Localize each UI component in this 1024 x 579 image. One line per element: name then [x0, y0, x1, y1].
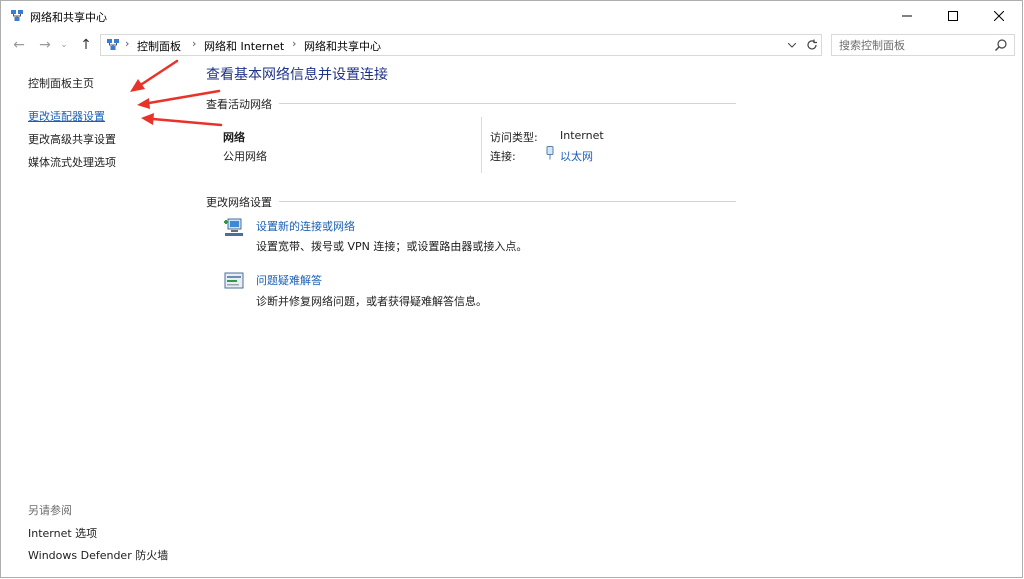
recent-locations-button[interactable]: ⌄: [58, 36, 70, 54]
access-type-label: 访问类型:: [490, 131, 538, 144]
ethernet-icon: [546, 146, 554, 160]
troubleshoot-problems-link[interactable]: 问题疑难解答: [256, 272, 322, 288]
address-history-button[interactable]: [783, 36, 801, 54]
refresh-icon: [806, 39, 817, 50]
control-panel-icon: [107, 39, 119, 50]
network-type: 公用网络: [223, 150, 267, 163]
annotation-arrowhead: [137, 98, 150, 109]
change-advanced-sharing-link[interactable]: 更改高级共享设置: [28, 131, 116, 147]
connection-label: 连接:: [490, 150, 516, 163]
forward-button[interactable]: →: [36, 36, 54, 54]
setup-new-connection-description: 设置宽带、拨号或 VPN 连接；或设置路由器或接入点。: [256, 240, 528, 253]
see-also-heading: 另请参阅: [28, 504, 72, 517]
setup-new-connection-link[interactable]: 设置新的连接或网络: [256, 218, 355, 234]
search-box[interactable]: [831, 34, 1015, 56]
window-title: 网络和共享中心: [30, 11, 107, 24]
change-network-settings-heading: 更改网络设置: [206, 196, 272, 209]
annotation-arrowhead: [141, 113, 154, 125]
windows-defender-firewall-link[interactable]: Windows Defender 防火墙: [28, 547, 168, 563]
title-bar: 网络和共享中心: [1, 1, 1022, 31]
chevron-down-icon: ⌄: [60, 40, 68, 50]
minimize-button[interactable]: [884, 1, 930, 31]
control-panel-home-link[interactable]: 控制面板主页: [28, 75, 94, 91]
divider: [481, 117, 482, 173]
up-button[interactable]: ↑: [77, 36, 95, 54]
minimize-icon: [902, 15, 912, 17]
annotation-arrow: [151, 117, 223, 127]
search-icon: [995, 39, 1007, 51]
chevron-down-icon: [788, 42, 796, 48]
maximize-button[interactable]: [930, 1, 976, 31]
ethernet-connection-link[interactable]: 以太网: [560, 148, 593, 164]
breadcrumb-network-sharing-center[interactable]: 网络和共享中心: [304, 38, 381, 54]
network-sharing-center-window: 网络和共享中心 ← → ⌄ ↑ › 控制面板 › 网络和 Internet › …: [0, 0, 1023, 578]
divider: [279, 201, 736, 202]
arrow-right-icon: →: [39, 37, 51, 53]
troubleshoot-problems-description: 诊断并修复网络问题，或者获得疑难解答信息。: [256, 295, 487, 308]
breadcrumb-separator: ›: [125, 37, 130, 50]
maximize-icon: [948, 11, 958, 21]
search-input[interactable]: [839, 37, 989, 53]
address-bar[interactable]: › 控制面板 › 网络和 Internet › 网络和共享中心: [100, 34, 822, 56]
refresh-button[interactable]: [802, 34, 822, 56]
annotation-arrow: [137, 59, 179, 88]
new-connection-icon: [224, 218, 243, 236]
network-name: 网络: [223, 131, 245, 144]
close-button[interactable]: [976, 1, 1022, 31]
access-type-value: Internet: [560, 129, 604, 142]
navigation-bar: ← → ⌄ ↑ › 控制面板 › 网络和 Internet › 网络和共享中心: [1, 32, 1022, 58]
change-adapter-settings-link[interactable]: 更改适配器设置: [28, 108, 105, 124]
breadcrumb-network-internet[interactable]: 网络和 Internet: [204, 38, 284, 54]
network-app-icon: [11, 10, 23, 21]
breadcrumb-separator: ›: [192, 37, 197, 50]
breadcrumb-control-panel[interactable]: 控制面板: [137, 38, 181, 54]
internet-options-link[interactable]: Internet 选项: [28, 525, 97, 541]
active-networks-heading: 查看活动网络: [206, 98, 272, 111]
divider: [279, 103, 736, 104]
breadcrumb-separator: ›: [292, 37, 297, 50]
arrow-left-icon: ←: [13, 37, 25, 53]
arrow-up-icon: ↑: [80, 37, 92, 53]
annotation-arrowhead: [130, 79, 145, 92]
troubleshoot-icon: [224, 272, 244, 289]
media-streaming-options-link[interactable]: 媒体流式处理选项: [28, 154, 116, 170]
close-icon: [994, 11, 1004, 21]
page-title: 查看基本网络信息并设置连接: [206, 67, 388, 83]
annotation-arrows: [130, 59, 223, 127]
back-button[interactable]: ←: [10, 36, 28, 54]
